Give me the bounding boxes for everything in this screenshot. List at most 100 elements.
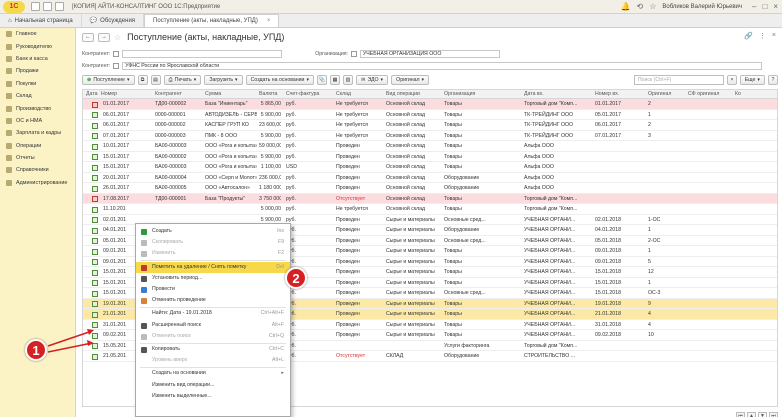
- context-menu-item[interactable]: Создать на основании ▸: [136, 368, 290, 379]
- table-row[interactable]: 06.01.2017 0000-000001 АВТОДИЗЕЛЬ - СЕРВИ.…: [83, 110, 777, 120]
- search-input[interactable]: Поиск (Ctrl+F): [633, 75, 724, 85]
- context-menu-item[interactable]: Изменить выделенные...: [136, 391, 290, 402]
- column-header[interactable]: Валюта: [259, 90, 285, 99]
- receipt-button[interactable]: ⊕ Поступление ▾: [82, 75, 135, 85]
- context-menu-item[interactable]: Копировать Ctrl+C: [136, 344, 290, 355]
- table-row[interactable]: 07.01.2017 0000-000003 ПМК - 8 ООО 5 900,00…: [83, 131, 777, 141]
- sidebar-item[interactable]: Отчеты: [0, 152, 75, 164]
- table-row[interactable]: 26.01.2017 БА00-000005 ООО «Автосалон» 1 18…: [83, 183, 777, 194]
- edo-button[interactable]: ✉ ЭДО ▾: [356, 75, 389, 85]
- column-header[interactable]: Контрагент: [155, 90, 203, 99]
- context-menu-item[interactable]: Провести: [136, 284, 290, 295]
- counterparty-field[interactable]: [122, 49, 283, 58]
- table-row[interactable]: 15.01.2017 БА00-000003 ООО «Рога и копыта»…: [83, 162, 777, 173]
- sidebar-item[interactable]: Банк и касса: [0, 53, 75, 65]
- sidebar-item[interactable]: Операции: [0, 140, 75, 152]
- column-header[interactable]: Оригинал: [648, 90, 686, 99]
- favorite-icon[interactable]: ☆: [649, 2, 656, 11]
- structure-button[interactable]: ▥: [343, 75, 354, 85]
- context-menu-item[interactable]: Пометить на удаление / Снять пометку Del: [136, 261, 290, 273]
- contract-field[interactable]: УФНС России по Ярославской области: [122, 61, 763, 70]
- minimize-icon[interactable]: –: [752, 2, 756, 11]
- column-header[interactable]: Ко: [735, 90, 765, 99]
- table-row[interactable]: 20.01.2017 БА00-000004 ООО «Серп и Молот» 2…: [83, 173, 777, 183]
- table-row[interactable]: 06.01.2017 0000-000002 КАСПЕР ГРУП КО 23 60…: [83, 120, 777, 131]
- sidebar-item[interactable]: Справочники: [0, 164, 75, 176]
- original-button[interactable]: Оригинал ▾: [391, 75, 430, 85]
- column-header[interactable]: Склад: [336, 90, 384, 99]
- cell-wh: Основной склад: [386, 111, 426, 118]
- search-clear-button[interactable]: ×: [726, 75, 737, 85]
- tab-home[interactable]: ⌂ Начальная страница: [0, 14, 82, 27]
- sidebar-item[interactable]: Производство: [0, 102, 75, 114]
- first-page-icon[interactable]: ⏮: [736, 412, 745, 417]
- maximize-icon[interactable]: □: [762, 2, 767, 11]
- more-button[interactable]: Еще ▾: [739, 75, 765, 85]
- post-button[interactable]: ▤: [150, 75, 161, 85]
- table-row[interactable]: 15.01.2017 БА00-000002 ООО «Рога и копыта»…: [83, 152, 777, 162]
- attach-button[interactable]: 📎: [317, 75, 328, 85]
- back-icon[interactable]: [55, 2, 64, 11]
- column-header[interactable]: СФ оригинал: [688, 90, 733, 99]
- tab-discussions[interactable]: 💬 Обсуждения: [82, 14, 145, 27]
- upload-button[interactable]: Загрузить ▾: [204, 75, 243, 85]
- table-row[interactable]: 11.10.201 5 000,00 руб. Не требуется Основно…: [83, 204, 777, 215]
- close-icon[interactable]: ×: [773, 2, 778, 11]
- column-header[interactable]: Дата: [86, 90, 100, 99]
- sidebar-item[interactable]: Главное: [0, 28, 75, 40]
- context-menu-item[interactable]: Расширенный поиск Alt+F: [136, 320, 290, 331]
- column-header[interactable]: Номер вх.: [595, 90, 645, 99]
- table-row[interactable]: 17.08.2017 ТД00-000001 База "Продукты" 3 75…: [83, 193, 777, 204]
- copy-button[interactable]: ⧉: [137, 75, 148, 85]
- column-header[interactable]: Сумма: [205, 90, 257, 99]
- document-status-icon: [92, 133, 98, 139]
- sidebar-item[interactable]: Зарплата и кадры: [0, 127, 75, 139]
- print-button[interactable]: ⎙ Печать ▾: [163, 75, 202, 85]
- next-page-icon[interactable]: ▼: [758, 412, 767, 417]
- table-row[interactable]: 10.01.2017 БА00-000003 ООО «Рога и копыта»…: [83, 141, 777, 152]
- column-header[interactable]: Вид операции: [386, 90, 442, 99]
- report-button[interactable]: ▦: [330, 75, 341, 85]
- sidebar-item[interactable]: Склад: [0, 90, 75, 102]
- sidebar-item[interactable]: Администрирование: [0, 177, 75, 189]
- user-name[interactable]: Вобликов Валерий Юрьевич: [662, 4, 742, 10]
- sidebar-item[interactable]: Продажи: [0, 65, 75, 77]
- favorite-star-icon[interactable]: ☆: [114, 33, 121, 42]
- history-icon[interactable]: ⟲: [637, 2, 644, 11]
- column-header[interactable]: Номер: [101, 90, 153, 99]
- column-header[interactable]: Дата вх.: [524, 90, 593, 99]
- help-button[interactable]: ?: [768, 75, 778, 85]
- counterparty-checkbox[interactable]: [113, 50, 120, 57]
- tab-receipts[interactable]: Поступление (акты, накладные, УПД) ×: [144, 14, 280, 27]
- close-form-icon[interactable]: ×: [772, 32, 776, 40]
- context-menu-item[interactable]: Установить период...: [136, 273, 290, 284]
- context-menu-item[interactable]: Изменить вид операции...: [136, 380, 290, 391]
- grid-icon[interactable]: [31, 2, 40, 11]
- sidebar-item[interactable]: Руководителю: [0, 40, 75, 52]
- sidebar-item[interactable]: Покупки: [0, 78, 75, 90]
- home-icon[interactable]: [43, 2, 52, 11]
- column-header[interactable]: Организация: [444, 90, 522, 99]
- context-menu-item[interactable]: Найти: Дата - 19.01.2018 Ctrl+Alt+F: [136, 308, 290, 319]
- context-menu-item[interactable]: Отменить проведение: [136, 295, 290, 306]
- cell-in_date: 31.01.2018: [595, 321, 621, 328]
- last-page-icon[interactable]: ⏭: [769, 412, 778, 417]
- bell-icon[interactable]: 🔔: [621, 2, 631, 11]
- table-row[interactable]: 01.01.2017 ТД00-000002 База "Инвентарь" 5 8…: [83, 99, 777, 110]
- contract-checkbox[interactable]: [113, 62, 120, 69]
- post-icon: ▤: [153, 77, 159, 83]
- cell-in_date: 02.01.2018: [595, 216, 621, 223]
- cell-org: ТК-ТРЕЙДИНГ ООО: [524, 132, 574, 139]
- tab-close-icon[interactable]: ×: [267, 18, 271, 24]
- organization-field[interactable]: УЧЕБНАЯ ОРГАНИЗАЦИЯ ООО: [360, 49, 500, 58]
- context-menu-item[interactable]: Создать Ins: [136, 226, 290, 237]
- column-header[interactable]: Счет-фактура: [286, 90, 334, 99]
- prev-page-icon[interactable]: ▲: [747, 412, 756, 417]
- sidebar-item[interactable]: ОС и НМА: [0, 115, 75, 127]
- link-icon[interactable]: 🔗: [744, 32, 753, 40]
- back-button[interactable]: ←: [82, 32, 94, 42]
- forward-button[interactable]: →: [98, 32, 110, 42]
- more-icon[interactable]: ⋮: [759, 32, 766, 40]
- create-based-button[interactable]: Создать на основании ▾: [245, 75, 315, 85]
- organization-checkbox[interactable]: [351, 50, 357, 57]
